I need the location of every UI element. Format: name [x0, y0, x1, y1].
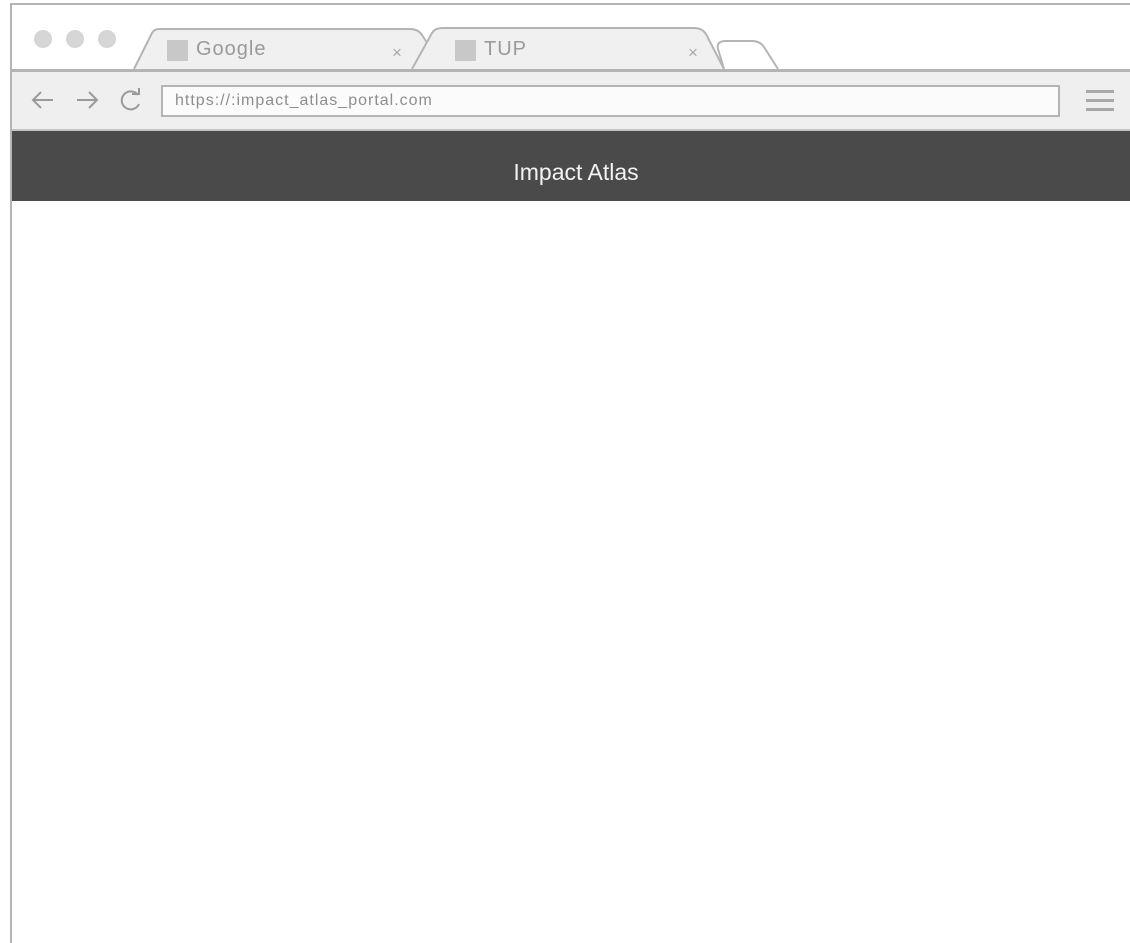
- tab-favicon-icon: [167, 40, 188, 61]
- tab-close-icon[interactable]: ×: [688, 43, 698, 63]
- forward-arrow-icon[interactable]: [74, 87, 100, 113]
- menu-bar-line: [1086, 90, 1114, 93]
- back-arrow-icon[interactable]: [30, 87, 56, 113]
- reload-icon[interactable]: [118, 87, 144, 113]
- tab-close-icon[interactable]: ×: [392, 43, 402, 63]
- menu-bar-line: [1086, 99, 1114, 102]
- page-content: [12, 201, 1130, 941]
- tab-title-google[interactable]: Google: [196, 38, 267, 61]
- app-header: Impact Atlas: [12, 131, 1130, 201]
- menu-icon[interactable]: [1086, 88, 1114, 114]
- menu-bar-line: [1086, 108, 1114, 111]
- browser-window: Google × TUP × https://:impact_atlas_por…: [10, 3, 1130, 943]
- tab-title-tup[interactable]: TUP: [484, 38, 527, 61]
- title-bar: Google × TUP ×: [12, 5, 1130, 70]
- address-bar[interactable]: https://:impact_atlas_portal.com: [161, 85, 1060, 117]
- address-url[interactable]: https://:impact_atlas_portal.com: [175, 92, 433, 110]
- new-tab-button[interactable]: [716, 40, 779, 70]
- tab-favicon-icon: [455, 40, 476, 61]
